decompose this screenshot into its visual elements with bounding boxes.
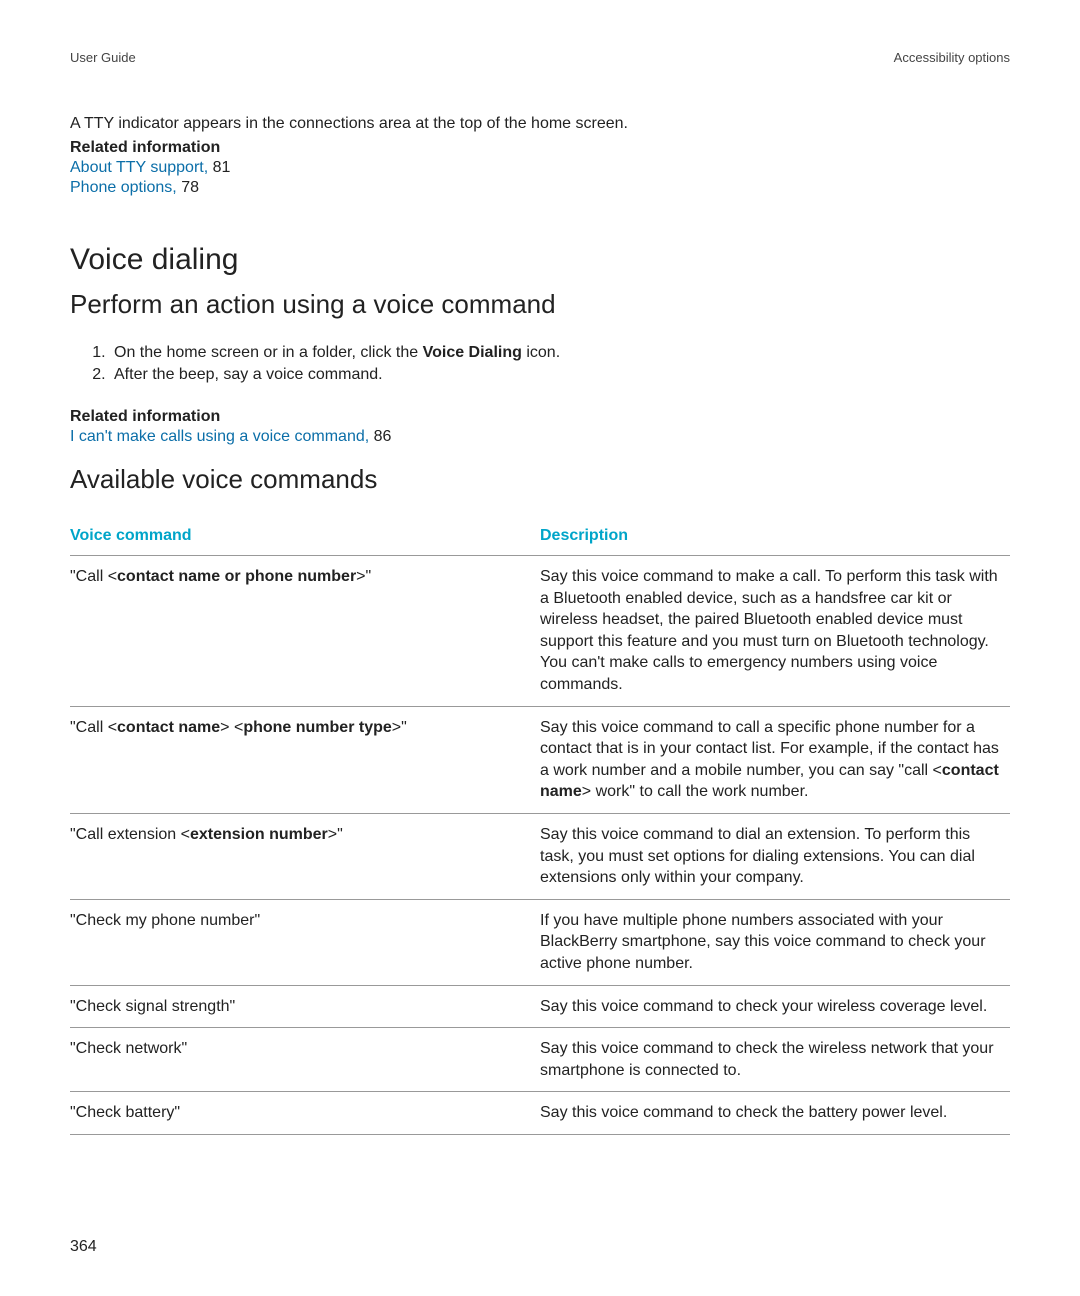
cmd-post: >" — [392, 719, 407, 736]
cmd-post: >" — [356, 568, 371, 585]
step-2: After the beep, say a voice command. — [110, 366, 1010, 384]
table-header-command: Voice command — [70, 519, 540, 556]
desc-post: > work" to call the work number. — [582, 783, 809, 800]
desc-cell: Say this voice command to check your wir… — [540, 985, 1010, 1028]
cmd-pre: "Call extension < — [70, 826, 190, 843]
cmd-cell: "Call <contact name or phone number>" — [70, 556, 540, 707]
cmd-arg: extension number — [190, 826, 328, 843]
link-page-2: 78 — [177, 179, 199, 196]
cmd-cell: "Check battery" — [70, 1092, 540, 1135]
desc-cell: Say this voice command to check the wire… — [540, 1028, 1010, 1092]
subsection-available-commands: Available voice commands — [70, 464, 1010, 495]
desc-cell: Say this voice command to check the batt… — [540, 1092, 1010, 1135]
cmd-cell: "Call extension <extension number>" — [70, 813, 540, 899]
step-1-bold: Voice Dialing — [423, 344, 522, 361]
related-link-1: About TTY support, 81 — [70, 159, 1010, 177]
table-header-description: Description — [540, 519, 1010, 556]
cmd-cell: "Check network" — [70, 1028, 540, 1092]
subsection-perform-action: Perform an action using a voice command — [70, 289, 1010, 320]
intro-text: A TTY indicator appears in the connectio… — [70, 115, 1010, 133]
table-row: "Call <contact name or phone number>" Sa… — [70, 556, 1010, 707]
link-page-1: 81 — [208, 159, 230, 176]
cmd-post: >" — [328, 826, 343, 843]
related-link-2: Phone options, 78 — [70, 179, 1010, 197]
cmd-mid: > < — [220, 719, 243, 736]
cmd-pre: "Call < — [70, 719, 117, 736]
desc-pre: Say this voice command to call a specifi… — [540, 719, 999, 779]
page-header: User Guide Accessibility options — [70, 50, 1010, 65]
header-left: User Guide — [70, 50, 136, 65]
desc-cell: If you have multiple phone numbers assoc… — [540, 899, 1010, 985]
cmd-arg: contact name — [117, 719, 220, 736]
related-info-2: Related information I can't make calls u… — [70, 408, 1010, 446]
table-row: "Call <contact name> <phone number type>… — [70, 706, 1010, 813]
related-link-3: I can't make calls using a voice command… — [70, 428, 1010, 446]
cmd-arg2: phone number type — [243, 719, 391, 736]
cmd-arg: contact name or phone number — [117, 568, 356, 585]
link-about-tty[interactable]: About TTY support, — [70, 159, 208, 176]
related-info-heading-2: Related information — [70, 408, 1010, 426]
table-row: "Check battery" Say this voice command t… — [70, 1092, 1010, 1135]
table-row: "Call extension <extension number>" Say … — [70, 813, 1010, 899]
link-cant-make-calls[interactable]: I can't make calls using a voice command… — [70, 428, 369, 445]
desc-cell: Say this voice command to dial an extens… — [540, 813, 1010, 899]
cmd-cell: "Call <contact name> <phone number type>… — [70, 706, 540, 813]
section-title: Voice dialing — [70, 243, 1010, 277]
step-1-post: icon. — [522, 344, 560, 361]
table-row: "Check signal strength" Say this voice c… — [70, 985, 1010, 1028]
page-number: 364 — [70, 1238, 97, 1256]
desc-cell: Say this voice command to make a call. T… — [540, 556, 1010, 707]
link-phone-options[interactable]: Phone options, — [70, 179, 177, 196]
related-info-1: Related information About TTY support, 8… — [70, 139, 1010, 197]
step-1: On the home screen or in a folder, click… — [110, 344, 1010, 362]
desc-cell: Say this voice command to call a specifi… — [540, 706, 1010, 813]
cmd-cell: "Check my phone number" — [70, 899, 540, 985]
step-1-pre: On the home screen or in a folder, click… — [114, 344, 423, 361]
header-right: Accessibility options — [894, 50, 1010, 65]
cmd-cell: "Check signal strength" — [70, 985, 540, 1028]
voice-commands-table: Voice command Description "Call <contact… — [70, 519, 1010, 1135]
table-row: "Check network" Say this voice command t… — [70, 1028, 1010, 1092]
link-page-3: 86 — [369, 428, 391, 445]
cmd-pre: "Call < — [70, 568, 117, 585]
related-info-heading: Related information — [70, 139, 1010, 157]
steps-list: On the home screen or in a folder, click… — [70, 344, 1010, 384]
table-row: "Check my phone number" If you have mult… — [70, 899, 1010, 985]
